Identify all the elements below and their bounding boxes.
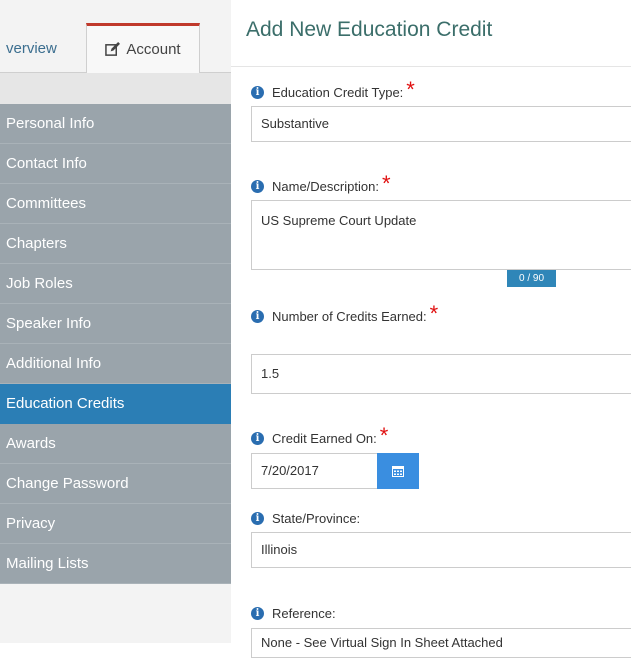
menu-item-awards[interactable]: Awards bbox=[0, 424, 231, 464]
required-asterisk-icon: * bbox=[379, 422, 389, 448]
state-label: i State/Province: bbox=[251, 511, 360, 526]
calendar-icon bbox=[392, 466, 404, 477]
date-input[interactable]: 7/20/2017 bbox=[251, 453, 378, 489]
menu-item-additional-info[interactable]: Additional Info bbox=[0, 344, 231, 384]
info-icon[interactable]: i bbox=[251, 512, 264, 525]
state-select[interactable]: Illinois bbox=[251, 532, 631, 568]
earned-on-label: i Credit Earned On: * bbox=[251, 422, 389, 448]
credits-label: i Number of Credits Earned: * bbox=[251, 300, 439, 326]
info-icon[interactable]: i bbox=[251, 310, 264, 323]
page-title: Add New Education Credit bbox=[246, 18, 493, 41]
menu-item-contact-info[interactable]: Contact Info bbox=[0, 144, 231, 184]
account-menu: Personal Info Contact Info Committees Ch… bbox=[0, 104, 231, 584]
info-icon[interactable]: i bbox=[251, 607, 264, 620]
menu-item-mailing-lists[interactable]: Mailing Lists bbox=[0, 544, 231, 584]
tab-account-label: Account bbox=[126, 41, 181, 58]
form-header: Add New Education Credit bbox=[231, 0, 631, 67]
tab-overview[interactable]: verview bbox=[0, 26, 85, 72]
info-icon[interactable]: i bbox=[251, 432, 264, 445]
credit-type-select[interactable]: Substantive bbox=[251, 106, 631, 142]
tab-account[interactable]: Account bbox=[86, 23, 200, 73]
required-asterisk-icon: * bbox=[406, 76, 415, 102]
name-label: i Name/Description: * bbox=[251, 170, 391, 196]
menu-item-committees[interactable]: Committees bbox=[0, 184, 231, 224]
credit-type-label-text: Education Credit Type: bbox=[272, 85, 404, 100]
reference-label: i Reference: bbox=[251, 606, 336, 621]
info-icon[interactable]: i bbox=[251, 180, 264, 193]
menu-item-personal-info[interactable]: Personal Info bbox=[0, 104, 231, 144]
edit-icon bbox=[105, 42, 121, 56]
earned-on-label-text: Credit Earned On: bbox=[272, 431, 377, 446]
name-textarea[interactable]: US Supreme Court Update bbox=[251, 200, 631, 270]
menu-spacer bbox=[0, 73, 231, 104]
character-counter: 0 / 90 bbox=[507, 270, 556, 287]
info-icon[interactable]: i bbox=[251, 86, 264, 99]
calendar-button[interactable] bbox=[377, 453, 419, 489]
form-panel: Add New Education Credit i Education Cre… bbox=[231, 0, 631, 658]
menu-item-job-roles[interactable]: Job Roles bbox=[0, 264, 231, 304]
profile-tabs: verview Account bbox=[0, 0, 231, 73]
reference-label-text: Reference: bbox=[272, 606, 336, 621]
side-panel: verview Account Personal Info Contact In… bbox=[0, 0, 231, 643]
name-label-text: Name/Description: bbox=[272, 179, 379, 194]
menu-item-education-credits[interactable]: Education Credits bbox=[0, 384, 231, 424]
menu-item-privacy[interactable]: Privacy bbox=[0, 504, 231, 544]
required-asterisk-icon: * bbox=[381, 170, 391, 196]
credit-type-label: i Education Credit Type: * bbox=[251, 76, 415, 102]
menu-item-speaker-info[interactable]: Speaker Info bbox=[0, 304, 231, 344]
required-asterisk-icon: * bbox=[429, 300, 439, 326]
credits-label-text: Number of Credits Earned: bbox=[272, 309, 427, 324]
reference-input[interactable]: None - See Virtual Sign In Sheet Attache… bbox=[251, 628, 631, 658]
credits-input[interactable]: 1.5 bbox=[251, 354, 631, 394]
menu-item-chapters[interactable]: Chapters bbox=[0, 224, 231, 264]
menu-item-change-password[interactable]: Change Password bbox=[0, 464, 231, 504]
state-label-text: State/Province: bbox=[272, 511, 361, 526]
